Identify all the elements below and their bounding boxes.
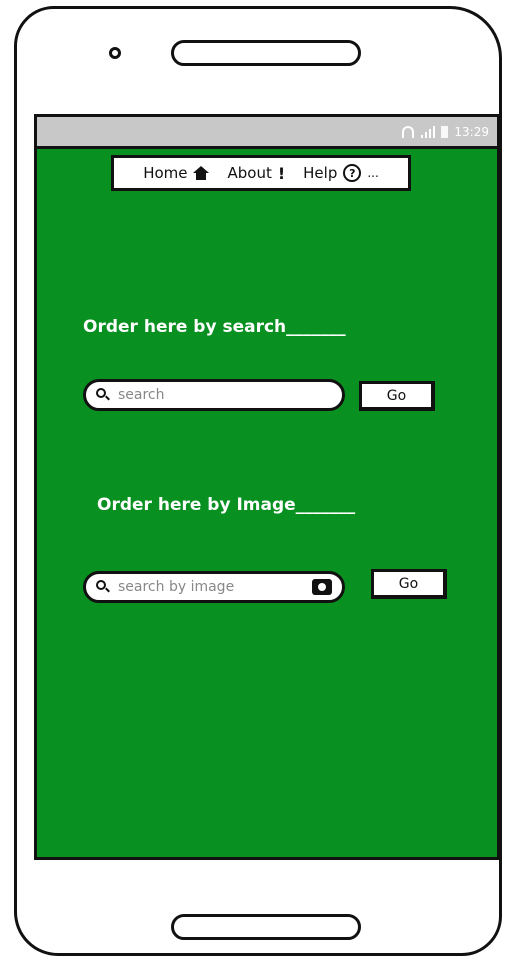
image-go-button[interactable]: Go [371, 569, 447, 599]
camera-lens-icon [109, 47, 121, 59]
wifi-icon [401, 126, 415, 138]
image-search-field[interactable] [83, 571, 345, 603]
signal-icon [421, 126, 436, 138]
battery-icon [441, 126, 449, 138]
image-search-input[interactable] [116, 578, 306, 596]
nav-help-label: Help [303, 164, 338, 182]
image-section-title: Order here by Image_______ [97, 495, 356, 515]
home-button[interactable] [171, 914, 361, 940]
status-time: 13:29 [454, 125, 489, 139]
status-bar: 13:29 [37, 117, 497, 149]
nav-home[interactable]: Home [143, 164, 210, 182]
status-indicators: 13:29 [401, 125, 489, 139]
nav-overflow: ... [367, 166, 379, 180]
screen: 13:29 Home About ! Help ? ... Order here… [34, 114, 500, 860]
nav-about-label: About [227, 164, 272, 182]
search-icon [96, 388, 110, 402]
search-icon [96, 580, 110, 594]
nav-help[interactable]: Help ? ... [303, 164, 379, 182]
speaker-slot [171, 40, 361, 66]
search-field[interactable] [83, 379, 345, 411]
question-icon: ? [343, 164, 362, 182]
search-section-title: Order here by search_______ [83, 317, 346, 337]
nav-about[interactable]: About ! [227, 164, 285, 183]
top-nav: Home About ! Help ? ... [111, 155, 411, 191]
search-input[interactable] [116, 386, 332, 404]
exclamation-icon: ! [277, 163, 286, 183]
camera-icon[interactable] [312, 579, 332, 595]
stage: 13:29 Home About ! Help ? ... Order here… [0, 0, 508, 964]
search-go-button[interactable]: Go [359, 381, 435, 411]
home-icon [193, 166, 210, 180]
nav-home-label: Home [143, 164, 188, 182]
